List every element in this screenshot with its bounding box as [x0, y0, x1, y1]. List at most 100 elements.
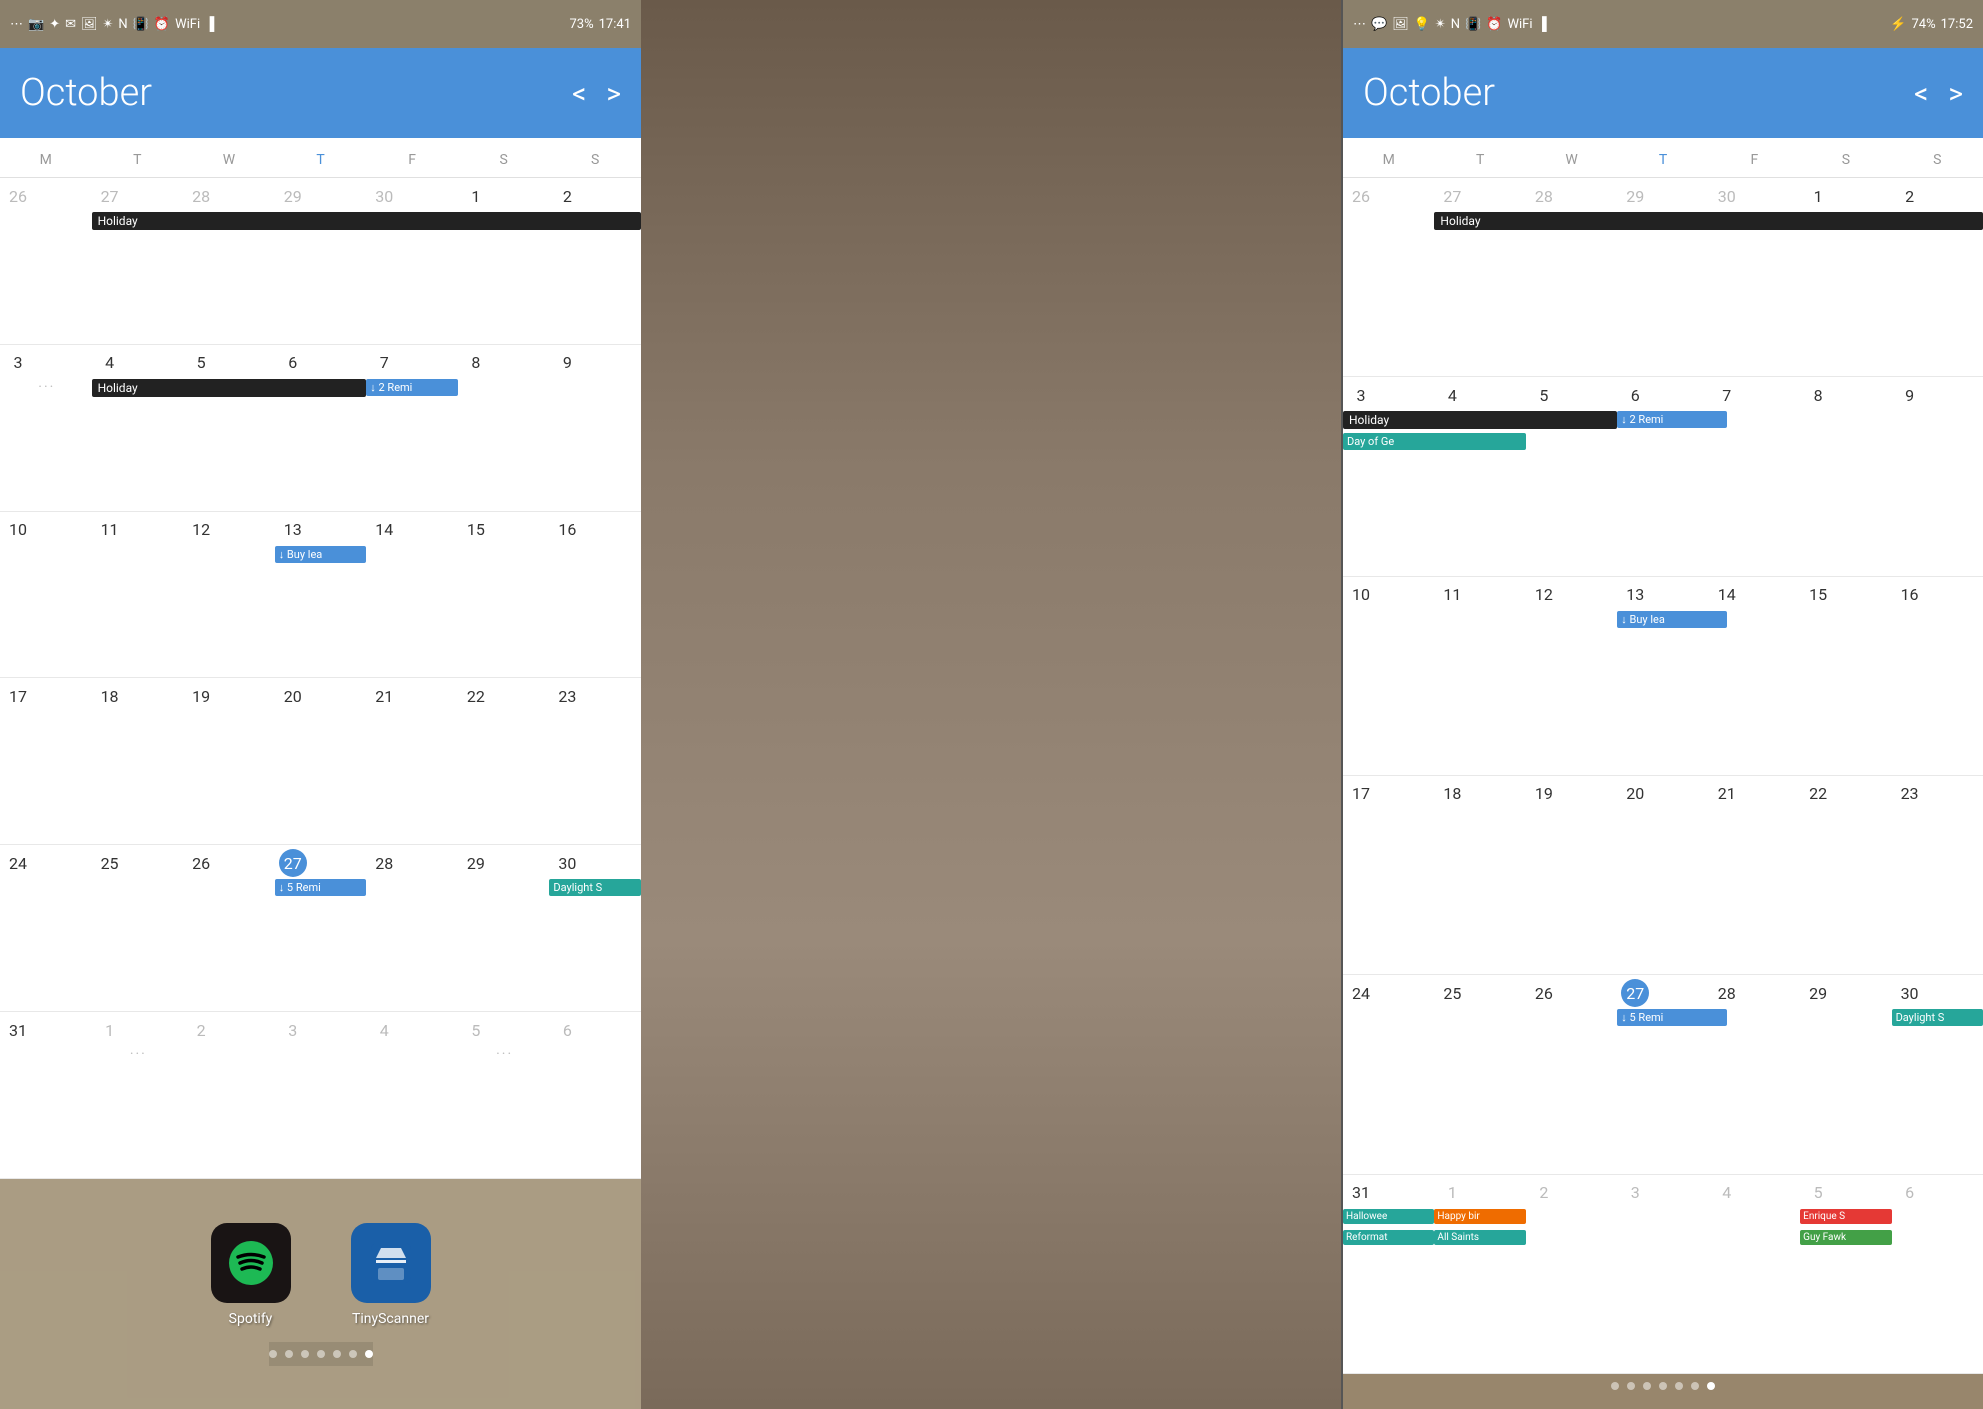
day-14-r[interactable]: 14 — [1709, 577, 1800, 775]
dot-7-l[interactable] — [365, 1350, 373, 1358]
day-11-l[interactable]: 11 — [92, 512, 184, 678]
day-9-r[interactable]: 9 — [1892, 377, 1983, 575]
next-month-left[interactable]: > — [606, 77, 621, 110]
day-19-l[interactable]: 19 — [183, 678, 275, 844]
tinyscanner-app-icon[interactable]: TinyScanner — [351, 1223, 431, 1327]
day-27-today-l[interactable]: 27 — [275, 845, 367, 1011]
day-16-l[interactable]: 16 — [549, 512, 641, 678]
next-month-right[interactable]: > — [1948, 77, 1963, 110]
day-4-l[interactable]: 4 — [92, 345, 184, 511]
day-10-l[interactable]: 10 — [0, 512, 92, 678]
day-3-l[interactable]: 3 ··· — [0, 345, 92, 511]
event-buylea-l[interactable]: ↓ Buy lea — [275, 546, 367, 563]
dot-6-r[interactable] — [1691, 1382, 1699, 1390]
day-26b-r[interactable]: 26 — [1526, 975, 1617, 1173]
event-halloween-r[interactable]: Hallowee — [1343, 1209, 1434, 1224]
day-6nov-l[interactable]: 6 — [549, 1012, 641, 1178]
day-1oct-r[interactable]: 1 — [1800, 178, 1891, 376]
day-13-r[interactable]: 13 — [1617, 577, 1708, 775]
day-6-l[interactable]: 6 — [275, 345, 367, 511]
day-7-r[interactable]: 7 — [1709, 377, 1800, 575]
day-5nov-r[interactable]: 5 — [1800, 1175, 1891, 1373]
nav-arrows-left[interactable]: < > — [572, 77, 621, 110]
day-26b-l[interactable]: 26 — [183, 845, 275, 1011]
day-3-r[interactable]: 3 — [1343, 377, 1434, 575]
dot-1-r[interactable] — [1611, 1382, 1619, 1390]
event-happybir-r[interactable]: Happy bir — [1434, 1209, 1525, 1224]
day-24-l[interactable]: 24 — [0, 845, 92, 1011]
day-6nov-r[interactable]: 6 — [1892, 1175, 1983, 1373]
dot-2-r[interactable] — [1627, 1382, 1635, 1390]
event-dayofge-r[interactable]: Day of Ge — [1343, 433, 1526, 450]
event-holiday-w1-l[interactable]: Holiday — [92, 212, 641, 230]
prev-month-left[interactable]: < — [572, 77, 586, 110]
day-30-r[interactable]: 30 — [1709, 178, 1800, 376]
day-26-r[interactable]: 26 — [1343, 178, 1434, 376]
day-28-r[interactable]: 28 — [1526, 178, 1617, 376]
day-30-l[interactable]: 30 — [366, 178, 458, 344]
day-28-l[interactable]: 28 — [183, 178, 275, 344]
day-31-l[interactable]: 31 — [0, 1012, 92, 1178]
day-17-l[interactable]: 17 — [0, 678, 92, 844]
day-1nov-l[interactable]: 1 ··· — [92, 1012, 184, 1178]
day-31-r[interactable]: 31 — [1343, 1175, 1434, 1373]
day-12-l[interactable]: 12 — [183, 512, 275, 678]
day-28b-r[interactable]: 28 — [1709, 975, 1800, 1173]
day-5nov-l[interactable]: 5 ··· — [458, 1012, 550, 1178]
day-6-r[interactable]: 6 — [1617, 377, 1708, 575]
event-holiday-w2-r[interactable]: Holiday — [1343, 411, 1617, 429]
day-29-l[interactable]: 29 — [458, 845, 550, 1011]
day-30-l[interactable]: 30 — [549, 845, 641, 1011]
event-allsaints-r[interactable]: All Saints — [1434, 1230, 1525, 1245]
day-24-r[interactable]: 24 — [1343, 975, 1434, 1173]
event-holiday-w1-r[interactable]: Holiday — [1434, 212, 1983, 230]
day-14-l[interactable]: 14 — [366, 512, 458, 678]
day-8-l[interactable]: 8 — [458, 345, 550, 511]
day-13-l[interactable]: 13 — [275, 512, 367, 678]
nav-arrows-right[interactable]: < > — [1914, 77, 1963, 110]
day-15-l[interactable]: 15 — [458, 512, 550, 678]
event-holiday-w2-l[interactable]: Holiday — [92, 379, 367, 397]
day-7-l[interactable]: 7 — [366, 345, 458, 511]
day-26-l[interactable]: 26 — [0, 178, 92, 344]
dot-3-l[interactable] — [301, 1350, 309, 1358]
prev-month-right[interactable]: < — [1914, 77, 1928, 110]
day-18-l[interactable]: 18 — [92, 678, 184, 844]
dot-4-l[interactable] — [317, 1350, 325, 1358]
day-1oct-l[interactable]: 1 — [458, 178, 550, 344]
day-27-today-r[interactable]: 27 — [1617, 975, 1708, 1173]
day-22-l[interactable]: 22 — [458, 678, 550, 844]
spotify-app-icon[interactable]: Spotify — [211, 1223, 291, 1327]
dot-5-r[interactable] — [1675, 1382, 1683, 1390]
day-29-l[interactable]: 29 — [275, 178, 367, 344]
day-4nov-r[interactable]: 4 — [1709, 1175, 1800, 1373]
day-2oct-l[interactable]: 2 — [549, 178, 641, 344]
day-23-l[interactable]: 23 — [549, 678, 641, 844]
day-23-r[interactable]: 23 — [1892, 776, 1983, 974]
day-5-l[interactable]: 5 — [183, 345, 275, 511]
day-4-r[interactable]: 4 — [1434, 377, 1525, 575]
day-11-r[interactable]: 11 — [1434, 577, 1525, 775]
event-enriques-r[interactable]: Enrique S — [1800, 1209, 1891, 1224]
event-reformat-r[interactable]: Reformat — [1343, 1230, 1434, 1245]
day-12-r[interactable]: 12 — [1526, 577, 1617, 775]
dot-2-l[interactable] — [285, 1350, 293, 1358]
day-21-r[interactable]: 21 — [1709, 776, 1800, 974]
event-daylight-l[interactable]: Daylight S — [549, 879, 641, 896]
day-22-r[interactable]: 22 — [1800, 776, 1891, 974]
day-29b-r[interactable]: 29 — [1800, 975, 1891, 1173]
day-28-l[interactable]: 28 — [366, 845, 458, 1011]
day-21-l[interactable]: 21 — [366, 678, 458, 844]
day-25-r[interactable]: 25 — [1434, 975, 1525, 1173]
day-4nov-l[interactable]: 4 — [366, 1012, 458, 1178]
day-2nov-r[interactable]: 2 — [1526, 1175, 1617, 1373]
day-20-r[interactable]: 20 — [1617, 776, 1708, 974]
day-5-r[interactable]: 5 — [1526, 377, 1617, 575]
day-10-r[interactable]: 10 — [1343, 577, 1434, 775]
day-20-l[interactable]: 20 — [275, 678, 367, 844]
day-18-r[interactable]: 18 — [1434, 776, 1525, 974]
dot-5-l[interactable] — [333, 1350, 341, 1358]
day-3nov-l[interactable]: 3 — [275, 1012, 367, 1178]
dot-7-r[interactable] — [1707, 1382, 1715, 1390]
event-2remi-l[interactable]: ↓ 2 Remi — [366, 379, 458, 396]
